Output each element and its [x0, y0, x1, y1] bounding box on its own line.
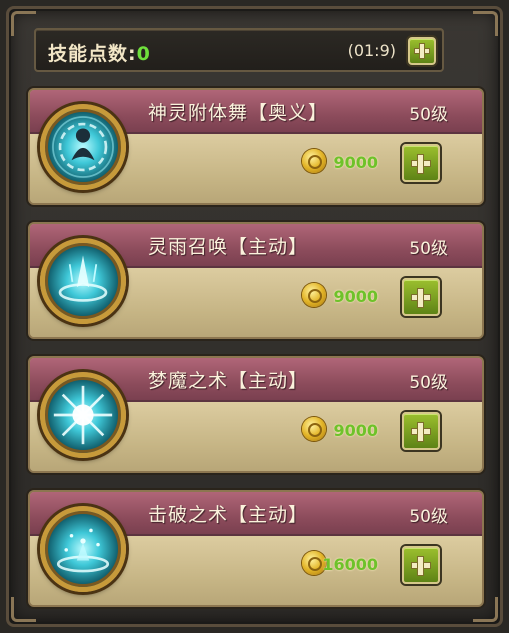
- skill-name: 灵雨召唤【主动】: [148, 236, 309, 258]
- skill-card: 灵雨召唤【主动】 50级 9000: [28, 222, 484, 339]
- skill-name: 神灵附体舞【奥义】: [148, 102, 329, 124]
- skill-level: 50级: [409, 507, 448, 527]
- skill-name: 击破之术【主动】: [148, 504, 309, 526]
- skill-card: 神灵附体舞【奥义】 50级 9000: [28, 88, 484, 205]
- spirit-dance-icon: [40, 104, 126, 190]
- skill-cost: 16000: [322, 555, 378, 574]
- gold-coin-icon: [302, 283, 326, 307]
- upgrade-skill-button[interactable]: [402, 144, 440, 182]
- skill-level: 50级: [409, 373, 448, 393]
- nightmare-icon: [40, 372, 126, 458]
- skill-points-text: 技能点数:: [48, 43, 137, 65]
- skill-cost: 9000: [333, 153, 378, 172]
- skill-cost: 9000: [333, 421, 378, 440]
- upgrade-skill-button[interactable]: [402, 278, 440, 316]
- skill-name: 梦魔之术【主动】: [148, 370, 309, 392]
- spirit-rain-icon: [40, 238, 126, 324]
- break-icon: [40, 506, 126, 592]
- gold-coin-icon: [302, 149, 326, 173]
- skill-points-header: 技能点数:0 (01:9): [34, 28, 444, 72]
- gold-coin-icon: [302, 417, 326, 441]
- skill-points-value: 0: [136, 43, 151, 65]
- skill-cost: 9000: [333, 287, 378, 306]
- skill-card: 击破之术【主动】 50级 16000: [28, 490, 484, 607]
- frame-corner: [11, 11, 36, 36]
- skill-level: 50级: [409, 105, 448, 125]
- skill-level: 50级: [409, 239, 448, 259]
- upgrade-skill-button[interactable]: [402, 412, 440, 450]
- skill-card: 梦魔之术【主动】 50级 9000: [28, 356, 484, 473]
- skill-points-timer: (01:9): [347, 41, 396, 60]
- skill-points-label: 技能点数:0: [48, 39, 151, 66]
- upgrade-skill-button[interactable]: [402, 546, 440, 584]
- add-skill-points-button[interactable]: [408, 37, 436, 65]
- frame-corner: [473, 11, 498, 36]
